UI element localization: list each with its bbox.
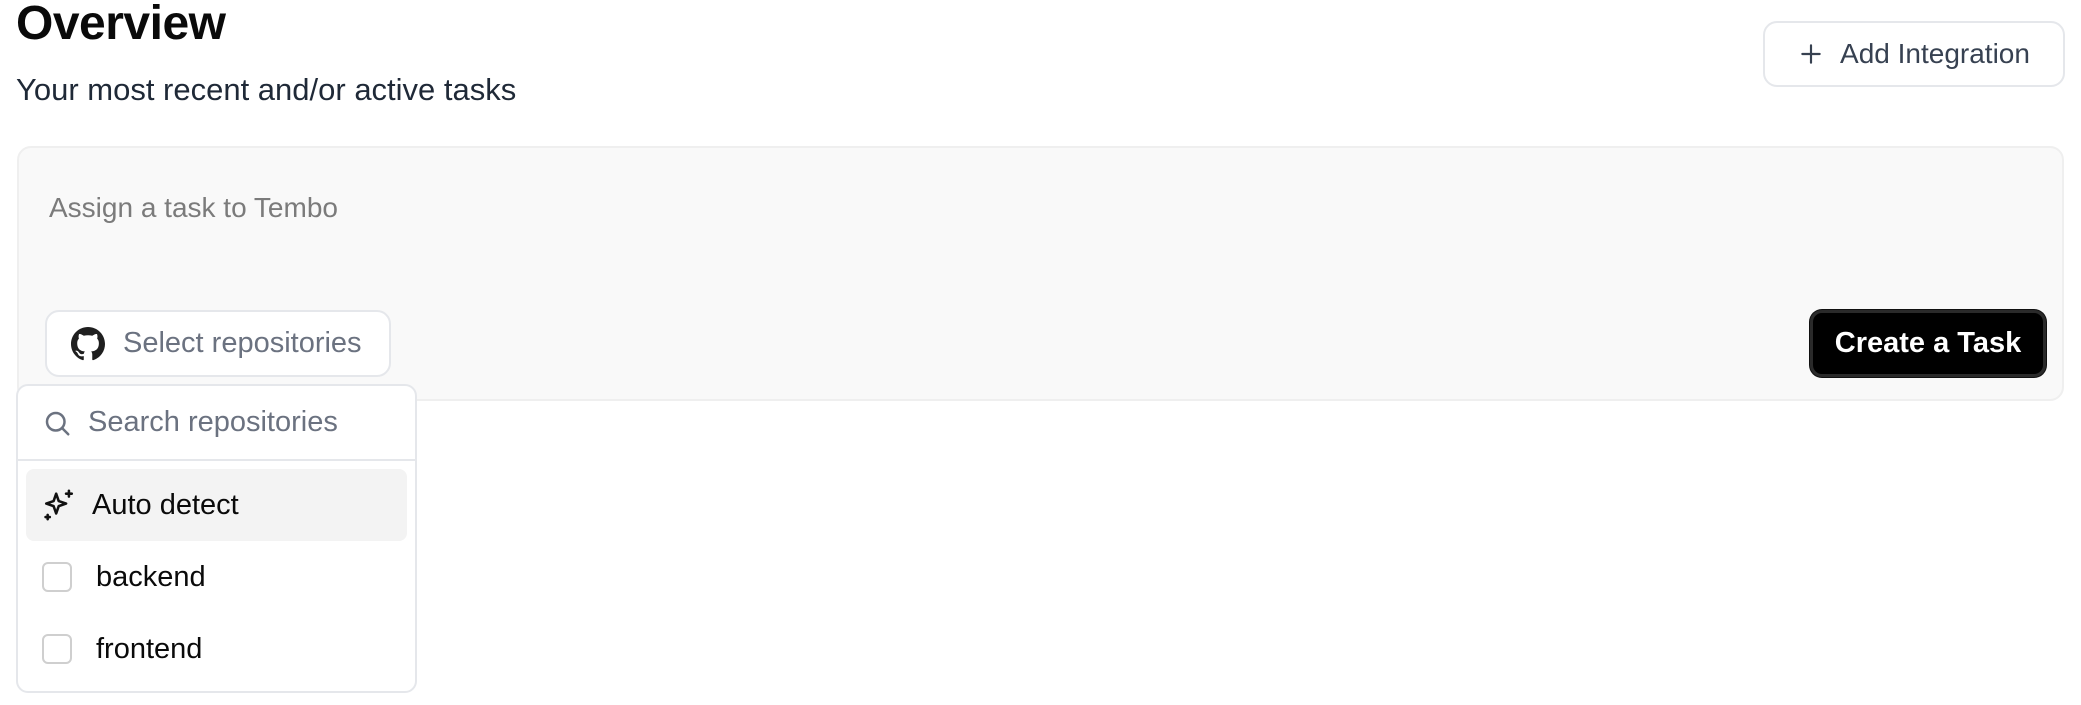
sparkles-icon [44,489,74,521]
repository-list: Auto detect backend frontend [18,461,415,691]
repository-search-input[interactable] [88,406,388,439]
add-integration-button[interactable]: Add Integration [1763,21,2065,87]
select-repositories-button[interactable]: Select repositories [45,310,391,377]
task-input[interactable] [49,178,1949,238]
repository-option-backend[interactable]: backend [26,541,407,613]
page-subtitle: Your most recent and/or active tasks [16,72,517,107]
task-composer: Select repositories Create a Task [17,146,2064,401]
repository-search [18,386,415,461]
repository-option-frontend[interactable]: frontend [26,613,407,685]
repository-label: frontend [96,632,203,665]
repository-checkbox[interactable] [42,634,72,664]
create-task-button[interactable]: Create a Task [1810,310,2046,377]
plus-icon [1801,44,1821,64]
auto-detect-option[interactable]: Auto detect [26,469,407,541]
github-icon [71,326,105,360]
add-integration-label: Add Integration [1840,38,2030,69]
page-title: Overview [16,0,226,50]
select-repositories-label: Select repositories [123,327,362,359]
repository-dropdown: Auto detect backend frontend [16,384,417,693]
repository-checkbox[interactable] [42,562,72,592]
search-icon [45,411,70,435]
repository-label: backend [96,560,206,593]
auto-detect-label: Auto detect [92,488,239,521]
